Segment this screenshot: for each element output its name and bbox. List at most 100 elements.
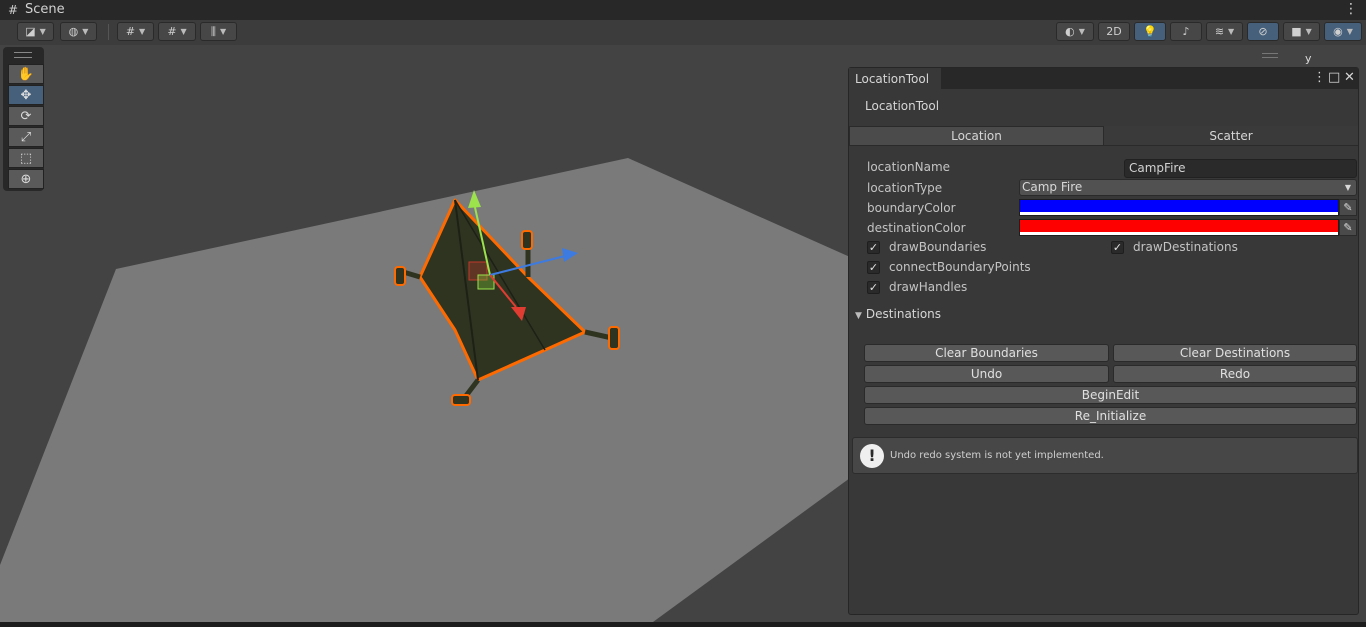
2d-toggle-button[interactable]: 2D	[1098, 22, 1130, 41]
location-name-label: locationName	[867, 160, 951, 174]
boundary-color-field[interactable]	[1019, 199, 1339, 216]
destinations-foldout[interactable]: ▼ Destinations	[855, 307, 941, 321]
toolbar-divider	[108, 24, 109, 40]
help-text: Undo redo system is not yet implemented.	[890, 450, 1104, 461]
orientation-axis-label: y	[1305, 52, 1312, 65]
move-icon: ✥	[20, 87, 32, 103]
destination-color-field[interactable]	[1019, 219, 1339, 236]
alpha-bar	[1020, 232, 1338, 235]
rect-tool-button[interactable]: ⬚	[8, 148, 44, 168]
audio-icon: ♪	[1182, 25, 1190, 38]
chevron-down-icon: ▼	[1346, 27, 1353, 36]
draw-destinations-label: drawDestinations	[1133, 240, 1238, 254]
scale-icon: ⤢	[20, 129, 32, 145]
tab-location[interactable]: Location	[849, 126, 1104, 146]
grid-snap-button[interactable]: # ▼	[117, 22, 154, 41]
effects-button[interactable]: ≋ ▼	[1206, 22, 1243, 41]
visibility-toggle-button[interactable]: ⊘	[1247, 22, 1279, 41]
eyedropper-icon[interactable]: ✎	[1339, 199, 1357, 216]
tab-scatter[interactable]: Scatter	[1104, 126, 1358, 146]
tools-overlay: ✋ ✥ ⟳ ⤢ ⬚ ⊕	[3, 47, 44, 191]
draw-boundaries-checkbox[interactable]: ✓	[867, 241, 880, 254]
chevron-down-icon: ▼	[1228, 27, 1235, 36]
scale-tool-button[interactable]: ⤢	[8, 127, 44, 147]
close-icon[interactable]: ✕	[1344, 70, 1355, 85]
location-type-dropdown[interactable]: Camp Fire ▼	[1019, 179, 1357, 196]
hand-tool-button[interactable]: ✋	[8, 64, 44, 84]
panel-subtabs: Location Scatter	[849, 126, 1358, 146]
audio-toggle-button[interactable]: ♪	[1170, 22, 1202, 41]
lighting-icon: 💡	[1143, 25, 1157, 38]
transform-icon: ⊕	[20, 171, 32, 187]
draw-mode-button[interactable]: ◪ ▼	[17, 22, 54, 41]
camera-button[interactable]: ■ ▼	[1283, 22, 1320, 41]
draw-handles-checkbox[interactable]: ✓	[867, 281, 880, 294]
location-type-value: Camp Fire	[1022, 180, 1083, 194]
maximize-icon[interactable]: □	[1328, 70, 1340, 85]
undo-button[interactable]: Undo	[864, 365, 1109, 383]
drag-handle-icon[interactable]	[14, 52, 32, 58]
kebab-icon[interactable]: ⋮	[1344, 1, 1358, 17]
destination-color-swatch	[1020, 220, 1338, 232]
chevron-down-icon: ▼	[1344, 183, 1351, 192]
panel-header: LocationTool	[865, 99, 940, 113]
draw-boundaries-label: drawBoundaries	[889, 240, 987, 254]
rotate-icon: ⟳	[20, 108, 32, 124]
draw-handles-label: drawHandles	[889, 280, 968, 294]
location-name-field[interactable]: CampFire	[1124, 159, 1357, 178]
chevron-down-icon: ▼	[82, 27, 89, 36]
connect-boundary-points-label: connectBoundaryPoints	[889, 260, 1031, 274]
chevron-down-icon: ▼	[180, 27, 187, 36]
align-button[interactable]: ⫼ ▼	[200, 22, 237, 41]
kebab-icon[interactable]: ⋮	[1313, 70, 1326, 85]
connect-boundary-points-checkbox[interactable]: ✓	[867, 261, 880, 274]
warning-icon: !	[860, 444, 884, 468]
location-type-label: locationType	[867, 181, 943, 195]
visibility-icon: ⊘	[1258, 25, 1268, 38]
chevron-down-icon: ▼	[1078, 27, 1085, 36]
shading-mode-button[interactable]: ◐ ▼	[1056, 22, 1094, 41]
destination-color-label: destinationColor	[867, 221, 966, 235]
location-tool-panel: LocationTool ⋮ □ ✕ LocationTool Location…	[848, 67, 1359, 615]
chevron-down-icon: ▼	[1305, 27, 1312, 36]
rect-icon: ⬚	[19, 150, 33, 166]
re-initialize-button[interactable]: Re_Initialize	[864, 407, 1357, 425]
scene-grid-icon: #	[8, 3, 19, 17]
panel-tab[interactable]: LocationTool	[849, 68, 941, 89]
increment-snap-icon: #	[167, 25, 177, 38]
shading-icon: ◐	[1065, 25, 1075, 38]
redo-button[interactable]: Redo	[1113, 365, 1357, 383]
effects-icon: ≋	[1214, 25, 1225, 38]
boundary-color-swatch	[1020, 200, 1338, 212]
scene-toolbar: ◪ ▼ ◍ ▼ # ▼ # ▼ ⫼ ▼ ◐ ▼ 2D 💡 ♪ ≋ ▼ ⊘ ■ ▼ ◉ ▼	[0, 20, 1366, 46]
hand-icon: ✋	[17, 66, 35, 82]
window-title: Scene	[25, 2, 65, 17]
gizmos-icon: ◉	[1333, 25, 1343, 38]
align-icon: ⫼	[210, 24, 216, 38]
2d-label: 2D	[1106, 25, 1122, 38]
overlay-drag-handle[interactable]	[1262, 53, 1278, 58]
draw-destinations-checkbox[interactable]: ✓	[1111, 241, 1124, 254]
begin-edit-button[interactable]: BeginEdit	[864, 386, 1357, 404]
panel-tab-bar: LocationTool ⋮ □ ✕	[849, 68, 1358, 89]
global-icon: ◍	[68, 25, 79, 38]
eyedropper-icon[interactable]: ✎	[1339, 219, 1357, 236]
rotate-tool-button[interactable]: ⟳	[8, 106, 44, 126]
chevron-down-icon: ▼	[219, 27, 227, 36]
destinations-label: Destinations	[865, 307, 942, 321]
global-button[interactable]: ◍ ▼	[60, 22, 97, 41]
chevron-down-icon: ▼	[139, 27, 146, 36]
lighting-toggle-button[interactable]: 💡	[1134, 22, 1166, 41]
transform-tool-button[interactable]: ⊕	[8, 169, 44, 189]
alpha-bar	[1020, 212, 1338, 215]
ground-plane	[0, 158, 850, 622]
clear-boundaries-button[interactable]: Clear Boundaries	[864, 344, 1109, 362]
gizmos-button[interactable]: ◉ ▼	[1324, 22, 1362, 41]
boundary-color-label: boundaryColor	[867, 201, 956, 215]
move-tool-button[interactable]: ✥	[8, 85, 44, 105]
clear-destinations-button[interactable]: Clear Destinations	[1113, 344, 1357, 362]
foldout-arrow-icon: ▼	[855, 311, 862, 321]
scene-titlebar: # Scene ⋮	[0, 0, 1366, 20]
camera-icon: ■	[1291, 25, 1302, 38]
increment-snap-button[interactable]: # ▼	[158, 22, 196, 41]
